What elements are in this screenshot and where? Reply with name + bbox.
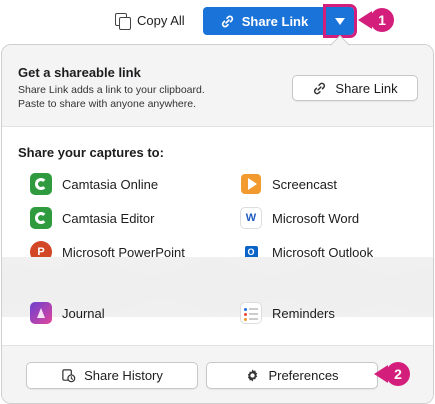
destination-label: Screencast [272,176,338,192]
destination-label: Camtasia Editor [62,210,155,226]
share-history-label: Share History [84,368,163,383]
panel-share-link-button[interactable]: Share Link [292,75,418,101]
share-link-label: Share Link [241,13,309,29]
word-icon: W [240,207,262,229]
destination-label: Camtasia Online [62,176,159,192]
callout-number: 2 [386,362,410,386]
panel-share-link-label: Share Link [335,80,398,96]
link-icon [314,82,326,94]
share-link-button[interactable]: Share Link [203,7,325,35]
copy-all-label: Copy All [137,12,185,28]
camtasia-icon [30,173,52,195]
destination-label: Microsoft Word [272,210,360,226]
destination-label: Journal [62,305,105,321]
destination-journal[interactable]: Journal [30,301,105,325]
share-popover: Get a shareable link Share Link adds a l… [1,44,434,404]
destination-screencast[interactable]: Screencast [240,172,337,196]
history-icon [62,369,76,383]
camtasia-icon [30,207,52,229]
chevron-down-icon [335,17,345,25]
share-options-dropdown-button[interactable] [323,4,357,38]
copy-icon [114,12,131,30]
shareable-link-description: Share Link adds a link to your clipboard… [18,83,258,111]
preferences-button[interactable]: Preferences [206,362,378,389]
callout-number: 1 [370,8,394,32]
callout-1: 1 [358,8,394,32]
shareable-link-title: Get a shareable link [18,65,141,80]
destination-reminders[interactable]: Reminders [240,301,335,325]
description-line-2: Paste to share with anyone anywhere. [18,98,197,110]
share-history-button[interactable]: Share History [26,362,198,389]
destination-camtasia-editor[interactable]: Camtasia Editor [30,206,154,230]
destination-label: Reminders [272,305,335,321]
destination-microsoft-word[interactable]: W Microsoft Word [240,206,359,230]
link-icon [221,15,233,27]
reminders-icon [240,302,262,324]
callout-2: 2 [374,362,410,386]
gear-icon [248,369,258,382]
screencast-icon [240,173,262,195]
copy-all-button[interactable]: Copy All [114,8,185,32]
journal-icon [30,302,52,324]
destination-camtasia-online[interactable]: Camtasia Online [30,172,158,196]
popover-footer: Share History Preferences [2,345,433,403]
preferences-label: Preferences [268,368,339,383]
shareable-link-section: Get a shareable link Share Link adds a l… [2,45,433,127]
toolbar: Copy All Share Link 1 [0,0,435,42]
description-line-1: Share Link adds a link to your clipboard… [18,84,205,96]
captures-heading: Share your captures to: [18,145,164,160]
